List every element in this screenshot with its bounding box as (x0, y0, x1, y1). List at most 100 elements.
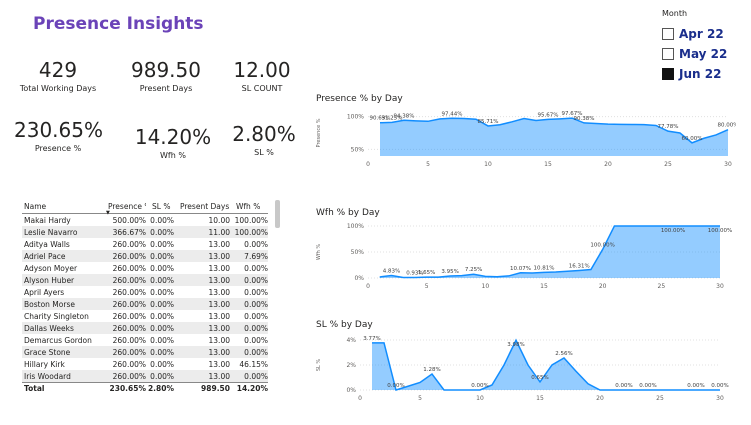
x-tick-label: 5 (426, 161, 430, 168)
y-tick-label: 50% (351, 249, 365, 256)
kpi-sl-count[interactable]: 12.00 SL COUNT (226, 60, 298, 93)
kpi-sl-pct[interactable]: 2.80% SL % (228, 124, 300, 157)
table-cell: 260.00% (112, 335, 146, 345)
table-cell: 13.00 (208, 359, 230, 369)
data-label: 90.38% (574, 116, 595, 122)
kpi-present-days[interactable]: 989.50 Present Days (126, 60, 206, 93)
wfh-by-day-chart[interactable]: Wfh % by Day 100% 50% 0% Wfh % 0 5 10 15 20 25 30 4… (316, 208, 736, 294)
data-label: 100.00% (661, 228, 685, 234)
table-cell: 260.00% (112, 347, 146, 357)
page-title: Presence Insights (33, 14, 204, 34)
table-cell: 260.00% (112, 287, 146, 297)
data-label: 0.65% (531, 375, 548, 381)
table-cell: 13.00 (208, 299, 230, 309)
wfh-chart-svg: 100%50%0%Wfh %0 5 10 15 20 25 304.83% 0.93%1.65… (316, 223, 732, 290)
total-wfh: 14.20% (236, 384, 268, 393)
table-cell: 10.00 (208, 215, 230, 225)
sl-by-day-chart[interactable]: SL % by Day 4% 2% 0% SL % 0 5 10 15 20 25 30 3.77% 0… (316, 320, 736, 408)
month-slicer[interactable]: Month Apr 22 May 22 Jun 22 (662, 9, 727, 84)
table-row[interactable]: April Ayers 260.00% 0.00% 13.00 0.00% (22, 286, 268, 298)
table-row[interactable]: Dallas Weeks 260.00% 0.00% 13.00 0.00% (22, 322, 268, 334)
kpi-wfh-pct[interactable]: 14.20% Wfh % (132, 127, 214, 160)
kpi-label: Total Working Days (19, 84, 97, 93)
column-header-present-days[interactable]: Present Days (174, 202, 230, 211)
table-cell: 260.00% (112, 239, 146, 249)
x-tick-label: 0 (358, 395, 362, 402)
table-cell: 0.00% (150, 239, 174, 249)
table-cell: 13.00 (208, 371, 230, 381)
table-cell: Demarcus Gordon (24, 335, 92, 345)
checkbox-checked[interactable] (662, 68, 674, 80)
table-scrollbar[interactable] (275, 200, 280, 228)
month-option-jun-22[interactable]: Jun 22 (662, 64, 727, 84)
kpi-presence-pct[interactable]: 230.65% Presence % (14, 118, 103, 153)
table-row[interactable]: Adyson Moyer 260.00% 0.00% 13.00 0.00% (22, 262, 268, 274)
table-cell: 13.00 (208, 335, 230, 345)
table-cell: 260.00% (112, 275, 146, 285)
table-cell: 260.00% (112, 359, 146, 369)
table-row[interactable]: Makai Hardy 500.00% 0.00% 10.00 100.00% (22, 214, 268, 226)
employee-table: Name Presence % SL % Present Days Wfh % … (22, 200, 268, 394)
table-row[interactable]: Leslie Navarro 366.67% 0.00% 11.00 100.00% (22, 226, 268, 238)
data-label: 60.00% (682, 136, 703, 142)
table-cell: Makai Hardy (24, 215, 71, 225)
data-label: 0.00% (711, 383, 728, 389)
data-label: 0.00% (387, 383, 404, 389)
x-tick-label: 25 (658, 283, 666, 290)
table-row[interactable]: Demarcus Gordon 260.00% 0.00% 13.00 0.00% (22, 334, 268, 346)
total-sl: 2.80% (147, 384, 174, 393)
table-cell: 0.00% (244, 287, 268, 297)
data-label: 85.71% (478, 119, 499, 125)
table-cell: Boston Morse (24, 299, 75, 309)
x-tick-label: 30 (724, 161, 732, 168)
data-label: 4.83% (383, 268, 400, 274)
table-row[interactable]: Charity Singleton 260.00% 0.00% 13.00 0.00% (22, 310, 268, 322)
data-label: 3.77% (363, 336, 380, 342)
x-tick-label: 15 (536, 395, 544, 402)
table-row[interactable]: Grace Stone 260.00% 0.00% 13.00 0.00% (22, 346, 268, 358)
data-label: 77.78% (658, 124, 679, 130)
table-cell: 13.00 (208, 275, 230, 285)
column-header-sl[interactable]: SL % (146, 202, 174, 211)
table-cell: 7.69% (244, 251, 268, 261)
column-header-wfh[interactable]: Wfh % (230, 202, 268, 211)
checkbox[interactable] (662, 28, 674, 40)
table-row[interactable]: Aditya Walls 260.00% 0.00% 13.00 0.00% (22, 238, 268, 250)
presence-by-day-chart[interactable]: Presence % by Day 100% 50% Presence % 0 5 10 1… (316, 94, 738, 178)
kpi-label: Presence % (34, 144, 82, 153)
chart-title: SL % by Day (316, 320, 373, 330)
table-cell: 13.00 (208, 347, 230, 357)
table-cell: 0.00% (150, 299, 174, 309)
x-tick-label: 20 (596, 395, 604, 402)
table-cell: 0.00% (150, 323, 174, 333)
month-option-apr-22[interactable]: Apr 22 (662, 24, 727, 44)
table-cell: 0.00% (244, 239, 268, 249)
x-tick-label: 0 (366, 283, 370, 290)
kpi-value: 230.65% (14, 118, 103, 142)
table-row[interactable]: Alyson Huber 260.00% 0.00% 13.00 0.00% (22, 274, 268, 286)
table-row[interactable]: Hillary Kirk 260.00% 0.00% 13.00 46.15% (22, 358, 268, 370)
table-cell: Iris Woodard (24, 371, 71, 381)
table-cell: 0.00% (244, 335, 268, 345)
table-row[interactable]: Boston Morse 260.00% 0.00% 13.00 0.00% (22, 298, 268, 310)
table-row[interactable]: Iris Woodard 260.00% 0.00% 13.00 0.00% (22, 370, 268, 382)
data-label: 95.67% (538, 112, 559, 118)
kpi-value: 2.80% (232, 122, 296, 146)
data-label: 10.07% (510, 266, 531, 272)
month-option-may-22[interactable]: May 22 (662, 44, 727, 64)
table-cell: Adriel Pace (24, 251, 66, 261)
data-label: 80.00% (718, 123, 736, 129)
y-tick-label: 100% (347, 114, 364, 121)
table-header: Name Presence % SL % Present Days Wfh % (22, 200, 268, 214)
table-row[interactable]: Adriel Pace 260.00% 0.00% 13.00 7.69% (22, 250, 268, 262)
kpi-total-working-days[interactable]: 429 Total Working Days (14, 60, 102, 93)
month-option-label: Jun 22 (679, 67, 722, 81)
column-header-name[interactable]: Name (22, 202, 102, 211)
checkbox[interactable] (662, 48, 674, 60)
table-cell: 11.00 (208, 227, 230, 237)
data-label: 94.38% (394, 113, 415, 119)
table-cell: 13.00 (208, 263, 230, 273)
month-slicer-title: Month (662, 9, 688, 18)
table-cell: 0.00% (150, 275, 174, 285)
total-presence: 230.65% (109, 384, 146, 393)
